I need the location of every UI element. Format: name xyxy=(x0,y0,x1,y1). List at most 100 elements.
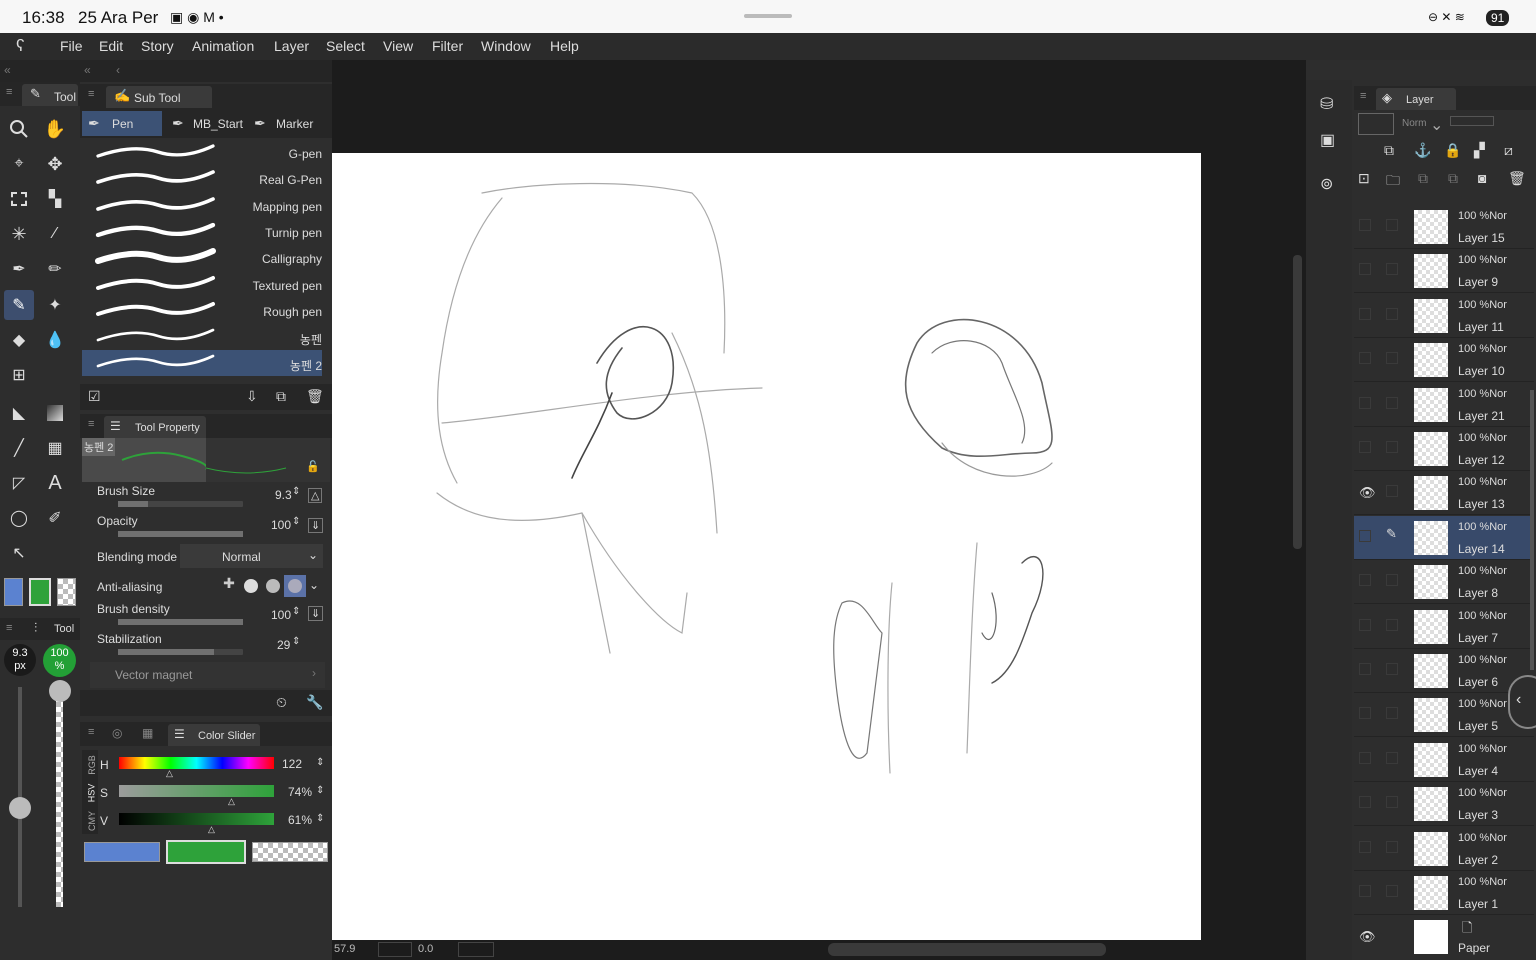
lock-toggle[interactable] xyxy=(1386,263,1398,276)
new-folder-icon[interactable]: 🗀 xyxy=(1386,170,1400,194)
saturation-slider[interactable] xyxy=(119,785,274,797)
lock-toggle[interactable] xyxy=(1386,574,1398,587)
visibility-toggle[interactable] xyxy=(1359,529,1371,542)
value-slider[interactable] xyxy=(119,813,274,825)
lock-icon[interactable]: 🔓 xyxy=(306,460,320,473)
size-slider-thumb[interactable] xyxy=(9,797,31,819)
stepper-icon[interactable]: ⇕ xyxy=(292,516,300,527)
blend-mode-select[interactable]: Norm xyxy=(1402,118,1426,129)
reset-icon[interactable]: ⏲ xyxy=(276,694,287,711)
menu-handle-icon[interactable]: ≡ xyxy=(88,726,94,738)
vertical-scrollbar[interactable] xyxy=(1293,255,1302,549)
line-icon[interactable]: ╱ xyxy=(4,433,34,463)
opacity-indicator[interactable]: 100 % xyxy=(43,644,76,677)
visibility-toggle[interactable] xyxy=(1359,441,1371,453)
hue-value[interactable]: 122 xyxy=(282,757,302,771)
transparent-color-swatch[interactable] xyxy=(57,578,76,606)
menu-animation[interactable]: Animation xyxy=(192,38,254,54)
layer-row[interactable]: 100 %Nor Layer 8 xyxy=(1354,560,1534,605)
chevron-left-icon[interactable]: ‹ xyxy=(116,63,120,77)
app-logo-icon[interactable]: ʕ xyxy=(16,36,25,56)
menu-window[interactable]: Window xyxy=(481,38,531,54)
visibility-toggle[interactable] xyxy=(1359,352,1371,365)
pressure-icon[interactable]: △ xyxy=(308,488,323,503)
reference-icon[interactable]: ⚓ xyxy=(1414,142,1431,159)
copy-layer-icon[interactable]: ⧉ xyxy=(1418,170,1428,187)
grid-icon[interactable]: ⊞ xyxy=(4,360,34,390)
layer-row[interactable]: 100 %Nor Layer 11 xyxy=(1354,294,1534,338)
brush-density-value[interactable]: 100 xyxy=(271,608,291,622)
color-set-tab-icon[interactable]: ▦ xyxy=(142,726,153,740)
layer-row[interactable]: 100 %Nor Layer 3 xyxy=(1354,782,1534,827)
brush-item[interactable]: Rough pen xyxy=(82,298,322,324)
pen-edit-icon[interactable]: ✎ xyxy=(1386,526,1398,541)
edge-panel-handle[interactable]: ‹ xyxy=(1508,675,1536,729)
blending-mode-select[interactable]: Normal ⌄ xyxy=(180,544,323,568)
visibility-toggle[interactable] xyxy=(1359,396,1371,409)
tab-marker[interactable]: ✒ Marker xyxy=(250,111,330,136)
tool-property-tab[interactable]: ☰ Tool Property xyxy=(104,416,206,438)
lock-icon[interactable]: 🔒 xyxy=(1444,142,1461,159)
visibility-toggle[interactable] xyxy=(1359,307,1371,320)
operation-icon[interactable]: ⌖ xyxy=(4,149,34,179)
fill-icon[interactable]: ◣ xyxy=(4,398,34,428)
brush-size-value[interactable]: 9.3 xyxy=(275,488,292,502)
correct-line-icon[interactable]: ✐ xyxy=(40,503,70,533)
hue-slider[interactable] xyxy=(119,757,274,769)
tool-tab[interactable]: ✎ Tool xyxy=(22,84,78,106)
merge-layer-icon[interactable]: ⧉ xyxy=(1448,170,1458,187)
auto-select-icon[interactable]: ▚ xyxy=(40,184,70,214)
stabilization-slider[interactable] xyxy=(118,649,243,655)
delete-layer-icon[interactable]: 🗑 xyxy=(1508,170,1526,187)
pencil-tool-icon[interactable]: ✏ xyxy=(40,254,70,284)
new-raster-layer-icon[interactable]: ⊡ xyxy=(1358,170,1370,187)
wrench-icon[interactable]: 🔧 xyxy=(306,694,323,711)
brush-item[interactable]: Calligraphy xyxy=(82,245,322,271)
lock-toggle[interactable] xyxy=(1386,441,1398,453)
layer-row[interactable]: 100 %Nor Layer 21 xyxy=(1354,383,1534,427)
menu-view[interactable]: View xyxy=(383,38,413,54)
visibility-toggle[interactable] xyxy=(1359,751,1371,764)
opacity-value[interactable]: 100 xyxy=(271,518,291,532)
menu-file[interactable]: File xyxy=(60,38,83,54)
main-color-bar[interactable] xyxy=(84,842,160,862)
tab-pen[interactable]: ✒ Pen xyxy=(82,111,162,136)
saturation-value[interactable]: 74% xyxy=(288,785,312,799)
layer-color-button[interactable] xyxy=(1358,113,1394,135)
navigator-icon[interactable]: ▣ xyxy=(1320,130,1335,150)
eye-icon[interactable]: 👁 xyxy=(1359,929,1376,945)
blend-icon[interactable]: 💧 xyxy=(40,325,70,355)
lock-toggle[interactable] xyxy=(1386,396,1398,409)
lock-toggle[interactable] xyxy=(1386,352,1398,365)
menu-handle-icon[interactable]: ≡ xyxy=(88,88,94,100)
sub-color-swatch[interactable] xyxy=(29,578,51,606)
menu-filter[interactable]: Filter xyxy=(432,38,463,54)
layer-row[interactable]: 100 %Nor Layer 5 xyxy=(1354,693,1534,738)
anti-aliasing-weak[interactable] xyxy=(240,575,262,597)
clip-icon[interactable]: ⧉ xyxy=(1384,142,1394,159)
sub-color-bar[interactable] xyxy=(166,840,246,864)
lock-toggle[interactable] xyxy=(1386,485,1398,498)
multitask-handle[interactable] xyxy=(744,14,792,18)
menu-select[interactable]: Select xyxy=(326,38,365,54)
eraser-icon[interactable]: ◆ xyxy=(4,325,34,355)
collapse-left-icon[interactable]: « xyxy=(4,63,11,77)
pressure-icon[interactable]: ⇓ xyxy=(308,606,324,621)
zoom-readout[interactable]: 57.9 xyxy=(334,943,355,955)
brush-density-slider[interactable] xyxy=(118,619,243,625)
delete-icon[interactable]: 🗑 xyxy=(306,388,324,405)
lock-toggle[interactable] xyxy=(1386,618,1398,631)
stepper-icon[interactable]: ⇕ xyxy=(316,757,324,768)
visibility-toggle[interactable] xyxy=(1359,219,1371,231)
lock-transparency-icon[interactable]: ▞ xyxy=(1474,142,1485,159)
stepper-icon[interactable]: ⇕ xyxy=(316,813,324,824)
menu-handle-icon[interactable]: ≡ xyxy=(1360,90,1366,102)
layer-mask-icon[interactable]: ◙ xyxy=(1478,170,1486,186)
brush-size-indicator[interactable]: 9.3 px xyxy=(4,644,36,676)
brush-item[interactable]: G-pen xyxy=(82,140,322,166)
magic-wand-icon[interactable]: ✳ xyxy=(4,219,34,249)
selection-icon[interactable] xyxy=(4,184,34,214)
mode-rgb-tab[interactable]: RGB xyxy=(87,755,97,775)
brush-item[interactable]: 농펜 xyxy=(82,324,322,350)
menu-handle-icon[interactable]: ≡ xyxy=(88,418,94,430)
